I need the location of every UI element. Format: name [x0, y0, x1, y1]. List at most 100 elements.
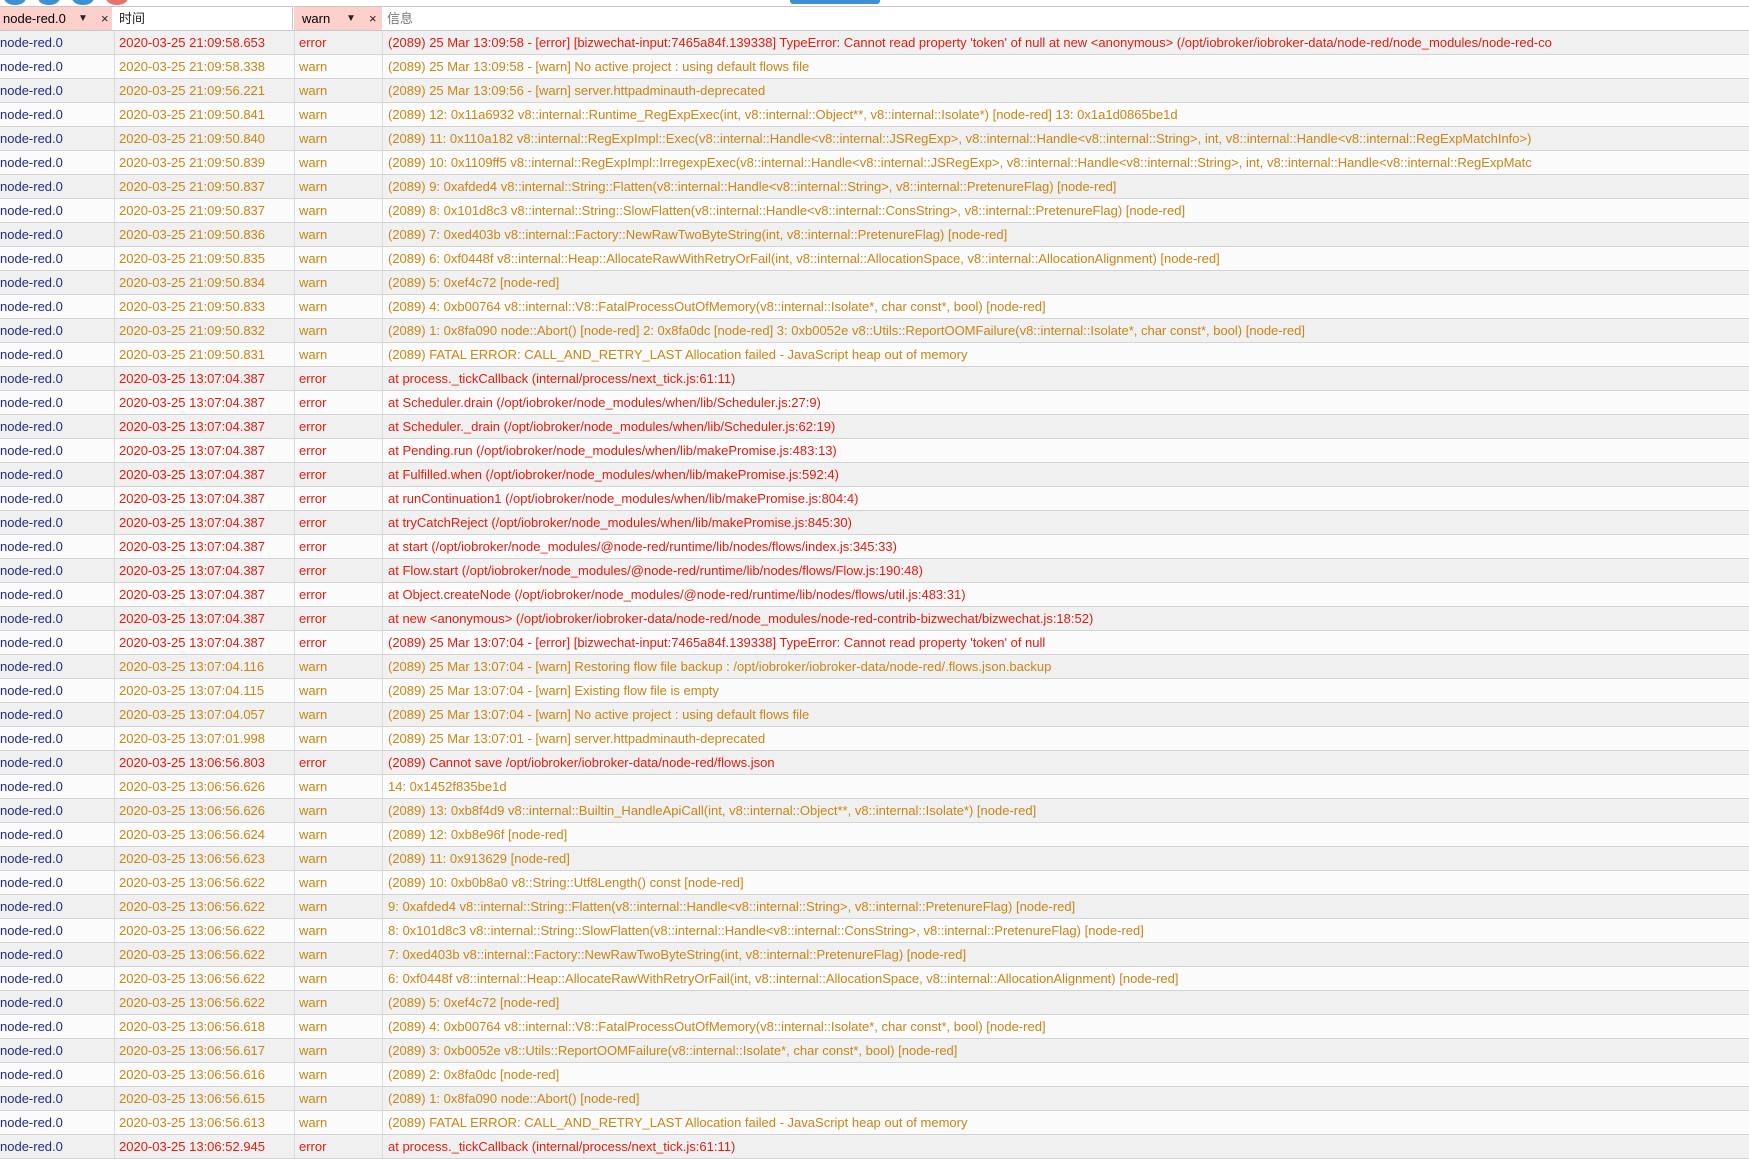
- log-source: node-red.0: [0, 827, 63, 842]
- log-message: (2089) 25 Mar 13:07:04 - [error] [bizwec…: [388, 635, 1046, 650]
- log-time: 2020-03-25 21:09:50.837: [119, 203, 266, 218]
- log-row[interactable]: node-red.0 2020-03-25 13:06:56.623 warn (20…: [0, 847, 1749, 871]
- log-row[interactable]: node-red.0 2020-03-25 13:07:04.116 warn (20…: [0, 655, 1749, 679]
- chevron-down-icon[interactable]: ▼: [78, 7, 88, 30]
- log-message: at Pending.run (/opt/iobroker/node_modul…: [388, 443, 837, 458]
- log-row[interactable]: node-red.0 2020-03-25 13:07:04.387 error at…: [0, 463, 1749, 487]
- log-source: node-red.0: [0, 563, 63, 578]
- log-row[interactable]: node-red.0 2020-03-25 13:06:56.622 warn (20…: [0, 991, 1749, 1015]
- log-message: (2089) 9: 0xafded4 v8::internal::String:…: [388, 179, 1117, 194]
- severity-filter-select[interactable]: warn ▼ ×: [294, 7, 382, 30]
- log-severity: error: [299, 587, 327, 602]
- log-row[interactable]: node-red.0 2020-03-25 13:06:56.622 warn 6: …: [0, 967, 1749, 991]
- log-row[interactable]: node-red.0 2020-03-25 13:07:04.387 error at…: [0, 367, 1749, 391]
- log-row[interactable]: node-red.0 2020-03-25 13:07:04.387 error at…: [0, 559, 1749, 583]
- log-row[interactable]: node-red.0 2020-03-25 13:06:56.624 warn (20…: [0, 823, 1749, 847]
- log-row[interactable]: node-red.0 2020-03-25 13:07:04.387 error at…: [0, 487, 1749, 511]
- clear-icon[interactable]: ×: [101, 7, 109, 30]
- log-time: 2020-03-25 21:09:50.839: [119, 155, 266, 170]
- toolbar-circle-icon[interactable]: [72, 0, 94, 5]
- log-severity: warn: [299, 803, 328, 818]
- log-row[interactable]: node-red.0 2020-03-25 21:09:50.836 warn (20…: [0, 223, 1749, 247]
- log-row[interactable]: node-red.0 2020-03-25 21:09:50.841 warn (20…: [0, 103, 1749, 127]
- log-row[interactable]: node-red.0 2020-03-25 21:09:50.831 warn (20…: [0, 343, 1749, 367]
- log-message: 8: 0x101d8c3 v8::internal::String::SlowF…: [388, 923, 1144, 938]
- log-severity: warn: [299, 827, 328, 842]
- toolbar-button[interactable]: [790, 0, 880, 4]
- log-source: node-red.0: [0, 899, 63, 914]
- log-row[interactable]: node-red.0 2020-03-25 13:07:04.387 error (2…: [0, 631, 1749, 655]
- log-source: node-red.0: [0, 803, 63, 818]
- message-filter-input[interactable]: 信息: [383, 7, 1749, 30]
- log-row[interactable]: node-red.0 2020-03-25 13:06:52.945 error at…: [0, 1135, 1749, 1159]
- log-message: at start (/opt/iobroker/node_modules/@no…: [388, 539, 897, 554]
- log-row[interactable]: node-red.0 2020-03-25 13:07:04.387 error at…: [0, 391, 1749, 415]
- log-message: (2089) 25 Mar 13:07:04 - [warn] Restorin…: [388, 659, 1052, 674]
- log-row[interactable]: node-red.0 2020-03-25 21:09:50.837 warn (20…: [0, 175, 1749, 199]
- chevron-down-icon[interactable]: ▼: [346, 7, 356, 30]
- log-row[interactable]: node-red.0 2020-03-25 21:09:50.835 warn (20…: [0, 247, 1749, 271]
- log-row[interactable]: node-red.0 2020-03-25 13:06:56.622 warn 8: …: [0, 919, 1749, 943]
- toolbar-circle-icon[interactable]: [4, 0, 26, 5]
- log-row[interactable]: node-red.0 2020-03-25 13:07:01.998 warn (20…: [0, 727, 1749, 751]
- log-row[interactable]: node-red.0 2020-03-25 13:06:56.617 warn (20…: [0, 1039, 1749, 1063]
- log-row[interactable]: node-red.0 2020-03-25 13:06:56.616 warn (20…: [0, 1063, 1749, 1087]
- log-severity: warn: [299, 59, 328, 74]
- log-row[interactable]: node-red.0 2020-03-25 13:06:56.615 warn (20…: [0, 1087, 1749, 1111]
- log-row[interactable]: node-red.0 2020-03-25 13:07:04.387 error at…: [0, 439, 1749, 463]
- log-severity: warn: [299, 347, 328, 362]
- log-severity: warn: [299, 971, 328, 986]
- log-row[interactable]: node-red.0 2020-03-25 21:09:58.653 error (2…: [0, 31, 1749, 55]
- log-row[interactable]: node-red.0 2020-03-25 13:07:04.387 error at…: [0, 415, 1749, 439]
- log-severity: warn: [299, 251, 328, 266]
- log-source: node-red.0: [0, 515, 63, 530]
- log-row[interactable]: node-red.0 2020-03-25 13:07:04.387 error at…: [0, 583, 1749, 607]
- log-row[interactable]: node-red.0 2020-03-25 21:09:56.221 warn (20…: [0, 79, 1749, 103]
- log-time: 2020-03-25 13:06:56.615: [119, 1091, 266, 1106]
- log-source: node-red.0: [0, 179, 63, 194]
- log-message: (2089) 13: 0xb8f4d9 v8::internal::Builti…: [388, 803, 1037, 818]
- log-severity: error: [299, 491, 327, 506]
- log-row[interactable]: node-red.0 2020-03-25 21:09:50.832 warn (20…: [0, 319, 1749, 343]
- log-time: 2020-03-25 13:06:56.622: [119, 875, 266, 890]
- log-row[interactable]: node-red.0 2020-03-25 21:09:50.837 warn (20…: [0, 199, 1749, 223]
- toolbar-circle-icon[interactable]: [38, 0, 60, 5]
- log-source: node-red.0: [0, 443, 63, 458]
- log-time: 2020-03-25 13:07:04.387: [119, 635, 266, 650]
- log-time: 2020-03-25 13:07:04.116: [119, 659, 265, 674]
- log-row[interactable]: node-red.0 2020-03-25 13:06:56.613 warn (20…: [0, 1111, 1749, 1135]
- source-filter-select[interactable]: node-red.0 ▼ ×: [0, 7, 112, 30]
- log-time: 2020-03-25 13:06:56.623: [119, 851, 266, 866]
- log-row[interactable]: node-red.0 2020-03-25 13:06:56.626 warn (20…: [0, 799, 1749, 823]
- log-row[interactable]: node-red.0 2020-03-25 13:07:04.387 error at…: [0, 511, 1749, 535]
- log-severity: error: [299, 419, 327, 434]
- log-row[interactable]: node-red.0 2020-03-25 21:09:50.839 warn (20…: [0, 151, 1749, 175]
- toolbar-circle-icon[interactable]: [106, 0, 128, 5]
- log-severity: warn: [299, 707, 328, 722]
- log-severity: error: [299, 1139, 327, 1154]
- log-row[interactable]: node-red.0 2020-03-25 13:07:04.387 error at…: [0, 607, 1749, 631]
- log-row[interactable]: node-red.0 2020-03-25 13:06:56.622 warn 9: …: [0, 895, 1749, 919]
- log-row[interactable]: node-red.0 2020-03-25 21:09:58.338 warn (20…: [0, 55, 1749, 79]
- log-row[interactable]: node-red.0 2020-03-25 13:06:56.622 warn 7: …: [0, 943, 1749, 967]
- log-time: 2020-03-25 13:07:04.387: [119, 563, 266, 578]
- log-row[interactable]: node-red.0 2020-03-25 13:06:56.803 error (2…: [0, 751, 1749, 775]
- log-row[interactable]: node-red.0 2020-03-25 21:09:50.833 warn (20…: [0, 295, 1749, 319]
- log-message: (2089) 10: 0x1109ff5 v8::internal::RegEx…: [388, 155, 1532, 170]
- log-time: 2020-03-25 13:06:56.624: [119, 827, 266, 842]
- log-message: 7: 0xed403b v8::internal::Factory::NewRa…: [388, 947, 967, 962]
- log-row[interactable]: node-red.0 2020-03-25 13:07:04.115 warn (20…: [0, 679, 1749, 703]
- log-row[interactable]: node-red.0 2020-03-25 13:07:04.387 error at…: [0, 535, 1749, 559]
- log-row[interactable]: node-red.0 2020-03-25 13:06:56.618 warn (20…: [0, 1015, 1749, 1039]
- log-row[interactable]: node-red.0 2020-03-25 13:07:04.057 warn (20…: [0, 703, 1749, 727]
- log-row[interactable]: node-red.0 2020-03-25 13:06:56.622 warn (20…: [0, 871, 1749, 895]
- log-severity: error: [299, 635, 327, 650]
- log-row[interactable]: node-red.0 2020-03-25 13:06:56.626 warn 14:…: [0, 775, 1749, 799]
- log-row[interactable]: node-red.0 2020-03-25 21:09:50.840 warn (20…: [0, 127, 1749, 151]
- clear-icon[interactable]: ×: [369, 7, 377, 30]
- log-row[interactable]: node-red.0 2020-03-25 21:09:50.834 warn (20…: [0, 271, 1749, 295]
- log-time: 2020-03-25 21:09:50.841: [119, 107, 266, 122]
- log-time: 2020-03-25 21:09:50.832: [119, 323, 266, 338]
- time-filter-input[interactable]: 时间: [115, 7, 293, 30]
- log-source: node-red.0: [0, 1019, 63, 1034]
